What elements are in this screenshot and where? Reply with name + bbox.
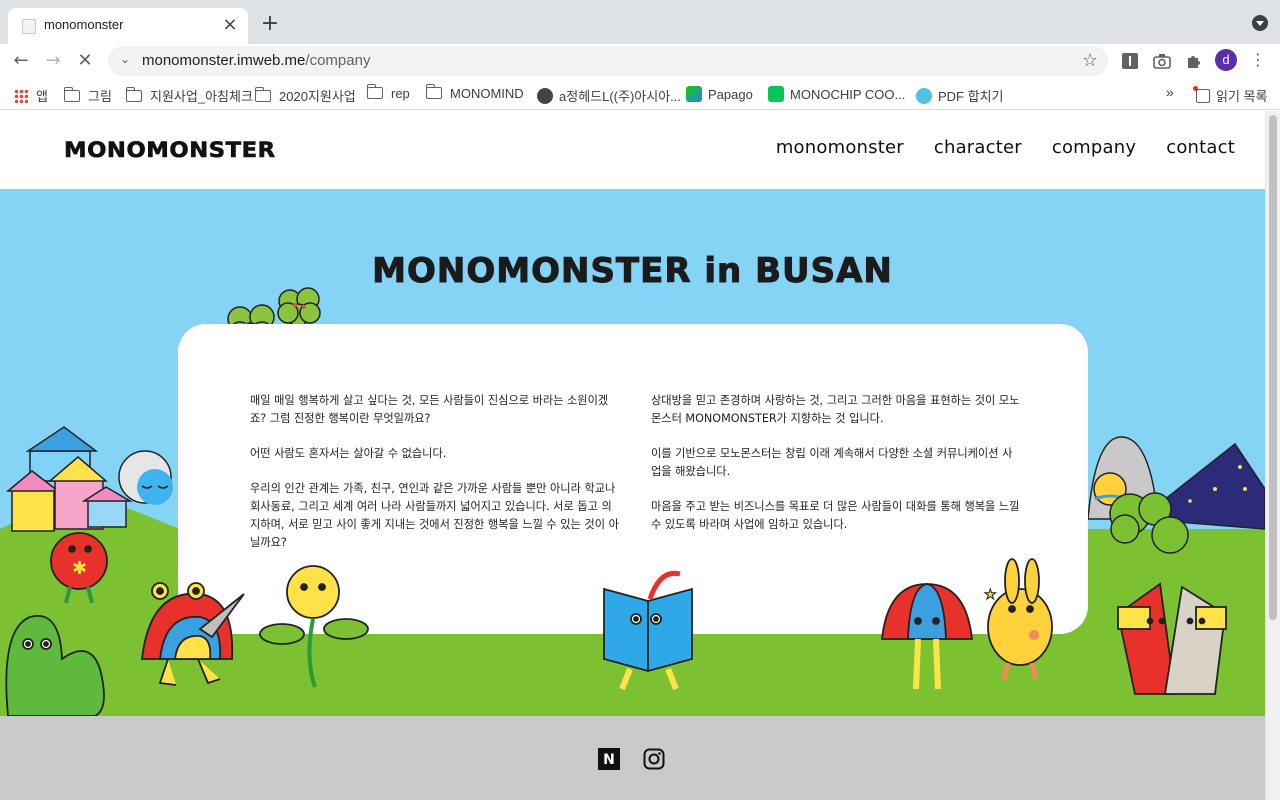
tab-strip: monomonster × + [0, 0, 1280, 44]
bookmarks-bar: 앱 그림 지원사업_아침체크 2020지원사업 rep MONOMIND a정헤… [0, 78, 1280, 110]
svg-text:★: ★ [984, 587, 997, 603]
nav-monomonster[interactable]: monomonster [776, 137, 904, 158]
scrollbar-thumb[interactable] [1269, 115, 1277, 620]
bookmark-folder-rep[interactable]: rep [366, 84, 410, 104]
nav-company[interactable]: company [1052, 137, 1136, 158]
page-favicon-icon [22, 19, 36, 34]
nav-contact[interactable]: contact [1166, 137, 1235, 158]
tab-title: monomonster [44, 17, 124, 32]
new-tab-button[interactable]: + [258, 12, 282, 36]
nav-character[interactable]: character [934, 137, 1022, 158]
reading-list-button[interactable]: 읽기 목록 [1193, 86, 1268, 105]
extension-reader-icon[interactable] [1121, 52, 1139, 70]
url-text[interactable]: monomonster.imweb.me/company [142, 52, 370, 69]
bookmark-folder-grim[interactable]: 그림 [63, 86, 112, 104]
page-scrollbar[interactable] [1265, 111, 1280, 800]
browser-menu-icon[interactable]: ⋮ [1250, 50, 1266, 69]
bookmark-asia[interactable]: a정헤드L((주)아시아... [537, 86, 681, 104]
bookmark-label: 지원사업_아침체크 [150, 89, 253, 104]
page-viewport: MONOMONSTER monomonster character compan… [0, 111, 1265, 800]
red-flower-character: ✱ [50, 532, 108, 604]
url-host: monomonster.imweb.me [142, 52, 306, 69]
instagram-icon[interactable] [643, 748, 665, 770]
characters-illustration: ✱ ★ [5, 532, 1227, 716]
reading-list-label: 읽기 목록 [1216, 89, 1268, 104]
bunny-character: ★ [984, 558, 1053, 680]
folder-icon [366, 84, 383, 99]
hero-section: MONOMONSTER in BUSAN 매일 매일 행복하게 살고 싶다는 것… [0, 189, 1265, 716]
line-store-icon [768, 86, 784, 102]
papago-icon [686, 86, 702, 102]
forward-arrow-icon[interactable]: → [40, 48, 66, 74]
site-logo[interactable]: MONOMONSTER [64, 138, 276, 163]
bookmark-pdf[interactable]: PDF 합치기 [916, 86, 1004, 104]
bookmark-label: MONOCHIP COO... [790, 87, 906, 102]
folder-icon [254, 87, 271, 102]
folder-icon [63, 87, 80, 102]
folder-icon [425, 84, 442, 99]
bookmark-monochip[interactable]: MONOCHIP COO... [768, 86, 905, 104]
site-header: MONOMONSTER monomonster character compan… [0, 111, 1265, 189]
rainbow-monster-character [140, 582, 245, 686]
reading-list-icon [1193, 86, 1210, 103]
bookmark-label: PDF 합치기 [938, 89, 1004, 104]
extensions-puzzle-icon[interactable] [1185, 52, 1203, 70]
bookmark-label: Papago [708, 87, 753, 102]
back-arrow-icon[interactable]: ← [8, 48, 34, 74]
yellow-flower-character [259, 565, 369, 688]
bookmark-label: MONOMIND [450, 86, 524, 101]
profile-avatar[interactable]: d [1215, 49, 1237, 71]
bookmark-star-icon[interactable]: ☆ [1082, 50, 1098, 71]
site-footer: N [0, 716, 1265, 800]
pdf-icon [916, 88, 932, 104]
umbrella-character [880, 583, 974, 690]
bookmark-folder-monomind[interactable]: MONOMIND [425, 84, 524, 104]
url-path: /company [305, 52, 371, 69]
bookmark-label: 2020지원사업 [279, 89, 356, 104]
close-tab-icon[interactable]: × [220, 15, 240, 35]
bookmark-label: 그림 [88, 89, 112, 104]
globe-icon [537, 88, 553, 104]
browser-tab[interactable]: monomonster × [8, 8, 248, 44]
apps-grid-icon [14, 89, 28, 103]
folder-icon [125, 87, 142, 102]
bookmark-label: rep [391, 86, 410, 101]
svg-text:✱: ✱ [72, 558, 87, 579]
naver-blog-icon[interactable]: N [598, 748, 620, 770]
bookmark-apps[interactable]: 앱 [14, 86, 48, 104]
bookmark-label: a정헤드L((주)아시아... [559, 89, 682, 104]
crown-monster-character [1116, 582, 1227, 695]
address-bar[interactable]: ⌄ monomonster.imweb.me/company ☆ [108, 46, 1108, 76]
svg-text:N: N [603, 752, 615, 768]
green-bush-character [5, 615, 105, 716]
blue-book-character [603, 570, 693, 691]
browser-toolbar: ← → ✕ ⌄ monomonster.imweb.me/company ☆ d… [0, 44, 1280, 78]
bookmark-folder-2020[interactable]: 2020지원사업 [254, 86, 356, 104]
bookmark-label: 앱 [36, 89, 48, 104]
bookmark-folder-support-check[interactable]: 지원사업_아침체크 [125, 86, 253, 104]
main-nav: monomonster character company contact [776, 137, 1235, 158]
stop-loading-icon[interactable]: ✕ [72, 48, 98, 74]
bookmarks-overflow-button[interactable]: » [1166, 84, 1174, 100]
bookmark-papago[interactable]: Papago [686, 86, 753, 104]
tab-search-icon[interactable] [1252, 15, 1268, 31]
camera-icon[interactable] [1153, 52, 1171, 70]
site-info-chevron-icon[interactable]: ⌄ [120, 52, 130, 66]
